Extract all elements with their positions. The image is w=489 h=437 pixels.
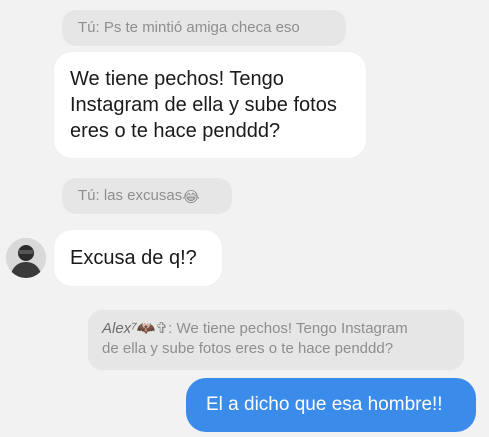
avatar-person-icon	[6, 238, 46, 278]
reply-context-3[interactable]: Alex⁷🦇✞: We tiene pechos! Tengo Instagra…	[88, 310, 464, 370]
outgoing-message-1[interactable]: El a dicho que esa hombre!!	[186, 378, 476, 432]
message-text: El a dicho que esa hombre!!	[206, 394, 443, 415]
reply-author: Alex⁷	[102, 320, 137, 337]
chat-thread: Tú: Ps te mintió amiga checa eso We tien…	[0, 0, 489, 437]
reply-text: : We tiene pechos! Tengo Instagram	[168, 320, 408, 337]
sender-avatar[interactable]	[6, 238, 46, 278]
reply-context-text: Tú: las excusas😂	[78, 186, 200, 208]
reply-line: Alex⁷🦇✞: We tiene pechos! Tengo Instagra…	[102, 319, 408, 339]
message-line: Instagram de ella y sube fotos	[70, 94, 337, 116]
message-line: We tiene pechos! Tengo	[70, 68, 284, 90]
message-text: Excusa de q!?	[70, 247, 197, 269]
reply-line: de ella y sube fotos eres o te hace pend…	[102, 340, 394, 357]
incoming-message-1[interactable]: We tiene pechos! Tengo Instagram de ella…	[54, 52, 366, 158]
reply-text: Tú: las excusas	[78, 187, 183, 204]
reply-context-1[interactable]: Tú: Ps te mintió amiga checa eso	[62, 10, 346, 46]
laughing-emoji-icon: 😂	[182, 189, 200, 206]
reply-context-2[interactable]: Tú: las excusas😂	[62, 178, 232, 214]
reply-context-text: Tú: Ps te mintió amiga checa eso	[78, 19, 300, 36]
message-line: eres o te hace penddd?	[70, 120, 281, 142]
message-text: We tiene pechos! Tengo Instagram de ella…	[70, 66, 337, 144]
incoming-message-2[interactable]: Excusa de q!?	[54, 230, 222, 286]
reply-context-text: Alex⁷🦇✞: We tiene pechos! Tengo Instagra…	[102, 319, 408, 359]
bat-cross-emoji-icon: 🦇✞	[136, 320, 169, 337]
